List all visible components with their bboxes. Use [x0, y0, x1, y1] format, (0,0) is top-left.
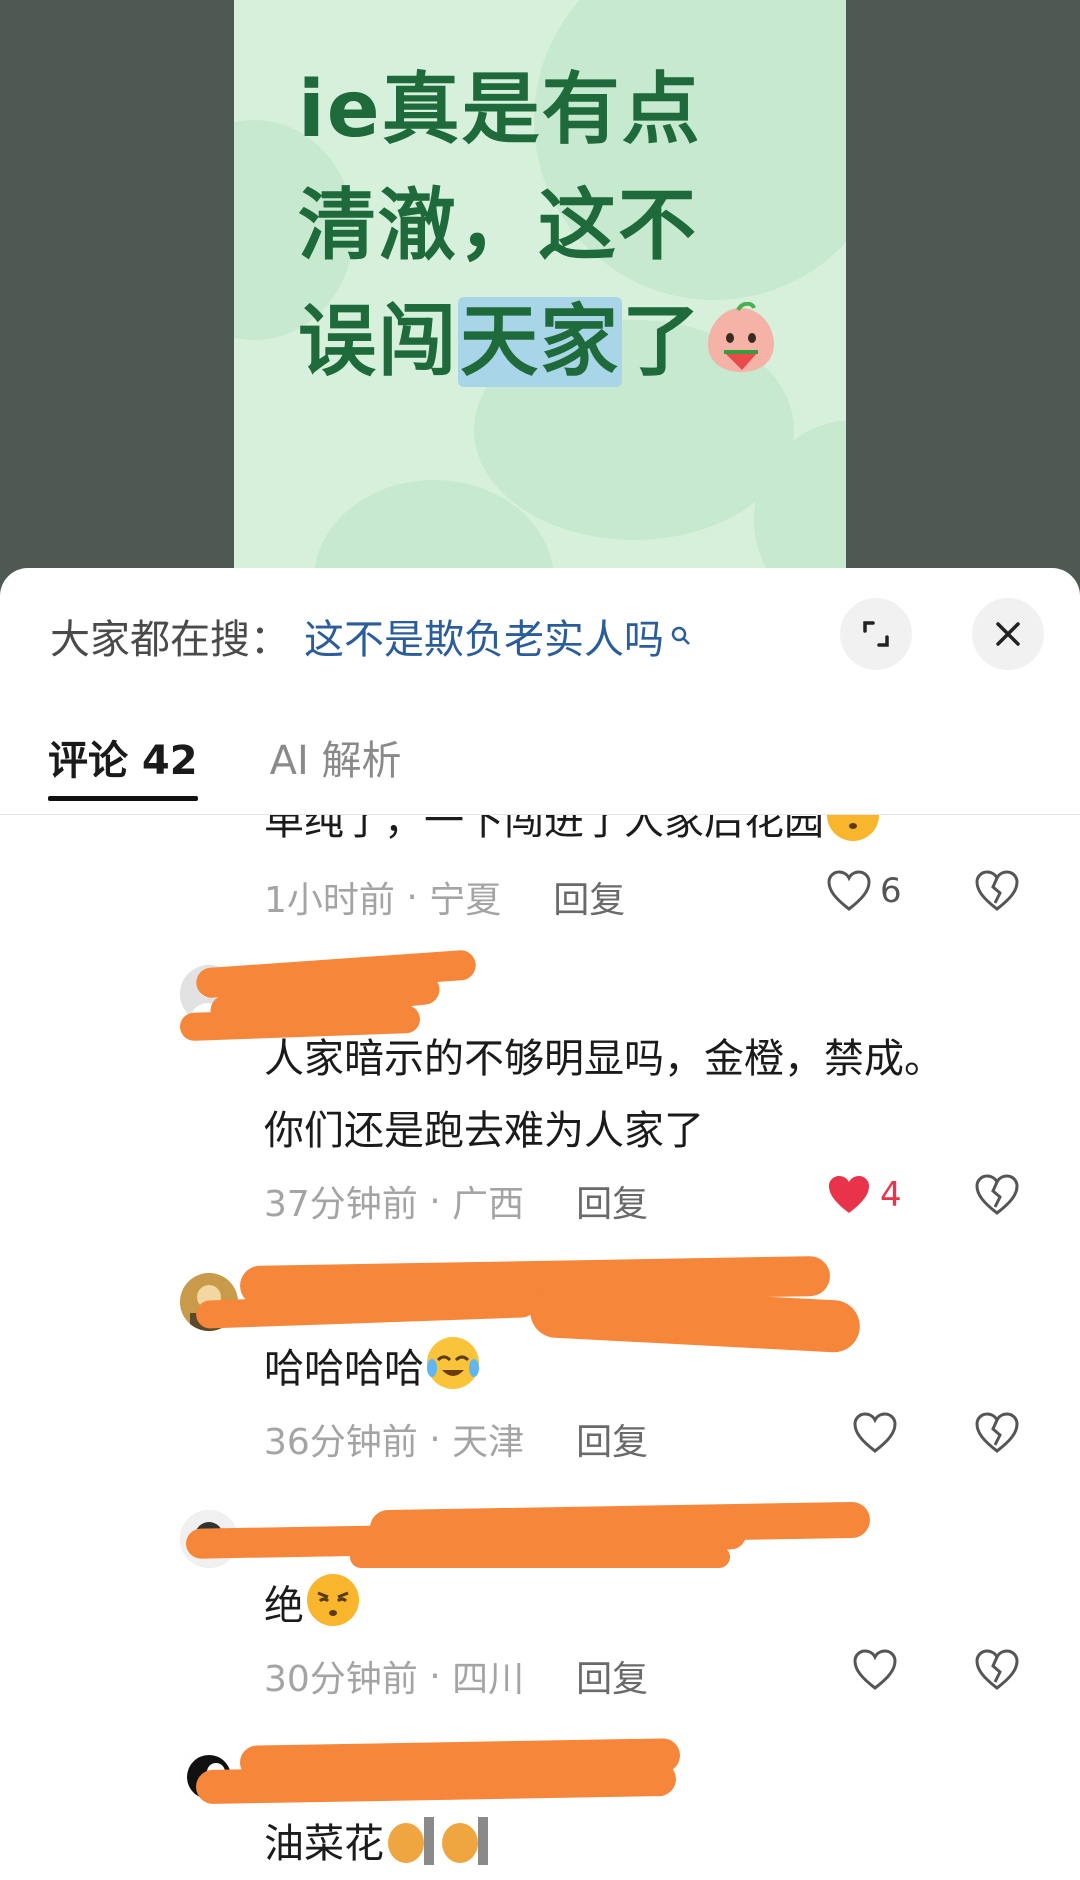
heart-outline-icon	[827, 870, 871, 911]
tab-comments[interactable]: 评论 42	[48, 728, 198, 801]
comment-location: 四川	[452, 1659, 525, 1700]
close-icon	[996, 622, 1020, 646]
redaction-scribble	[350, 1546, 730, 1568]
reply-button[interactable]: 回复	[576, 1650, 648, 1702]
video-background: ie真是有点 清澈，这不 误闯天家了	[0, 0, 1080, 580]
headline-highlight: 天家	[458, 297, 623, 387]
comment-time: 1小时前	[264, 880, 395, 921]
dislike-button[interactable]	[974, 1173, 1020, 1221]
comment-location: 天津	[452, 1422, 525, 1463]
comment-time: 36分钟前	[264, 1422, 418, 1463]
comment-text-line: 你们还是跑去难为人家了	[264, 1108, 704, 1154]
comment-meta: 30分钟前 · 四川 回复	[264, 1650, 648, 1702]
like-count: 6	[880, 871, 902, 911]
comment-time: 30分钟前	[264, 1659, 418, 1700]
comment-location: 广西	[452, 1184, 525, 1225]
headline-line-1: ie真是有点	[298, 65, 702, 155]
headline-line-3-suffix: 了	[622, 297, 703, 387]
dislike-button[interactable]	[974, 1648, 1020, 1696]
comment-text: 人家暗示的不够明显吗，金橙，禁成。 你们还是跑去难为人家了	[264, 1023, 1044, 1167]
headline-line-3-prefix: 误闯	[298, 297, 459, 387]
crying-laughing-emoji-icon	[424, 1334, 482, 1392]
comment-text: 绝	[264, 1570, 1044, 1642]
cat-pillar-sticker-icon	[384, 1809, 494, 1867]
meta-separator: ·	[394, 876, 430, 918]
like-count: 4	[880, 1175, 902, 1215]
comment-text-line: 人家暗示的不够明显吗，金橙，禁成。	[264, 1036, 944, 1082]
comment-meta: 1小时前 · 宁夏 回复	[264, 871, 625, 923]
meta-separator: ·	[417, 1418, 453, 1460]
post-image[interactable]: ie真是有点 清澈，这不 误闯天家了	[234, 0, 846, 580]
like-button[interactable]: 4	[826, 1173, 902, 1217]
broken-heart-icon	[975, 870, 1019, 911]
like-button[interactable]	[852, 1648, 898, 1692]
trending-search-label: 大家都在搜：	[50, 617, 290, 663]
headline-line-2: 清澈，这不	[298, 181, 699, 271]
close-button[interactable]	[972, 598, 1044, 670]
like-button[interactable]	[852, 1411, 898, 1455]
broken-heart-icon	[975, 1649, 1019, 1690]
heart-outline-icon	[853, 1412, 897, 1453]
headline-line-3: 误闯天家了	[298, 284, 818, 400]
heart-outline-icon	[853, 1649, 897, 1690]
meta-separator: ·	[417, 1655, 453, 1697]
comment-text-content: 哈哈哈哈	[264, 1346, 424, 1392]
comment-location: 宁夏	[429, 880, 502, 921]
trending-search-term[interactable]: 这不是欺负老实人吗	[304, 607, 664, 665]
comment-meta: 36分钟前 · 天津 回复	[264, 1413, 648, 1465]
comment-text: 哈哈哈哈	[264, 1333, 1044, 1405]
redaction-scribble	[195, 1761, 677, 1805]
comment-sheet: 大家都在搜： 这不是欺负老实人吗 评论 42 AI 解析 单纯了，一下闯进了人家…	[0, 568, 1080, 1880]
comment-text: 油菜花	[264, 1808, 1044, 1880]
trending-search[interactable]: 大家都在搜： 这不是欺负老实人吗	[50, 606, 692, 666]
comment-time: 37分钟前	[264, 1184, 418, 1225]
comment-text-content: 绝	[264, 1583, 304, 1629]
post-headline: ie真是有点 清澈，这不 误闯天家了	[298, 52, 818, 400]
meta-separator: ·	[417, 1180, 453, 1222]
heart-filled-icon	[829, 1176, 869, 1213]
dislike-button[interactable]	[974, 1411, 1020, 1459]
broken-heart-icon	[975, 1174, 1019, 1215]
comment-list[interactable]: 单纯了，一下闯进了人家后花园 1小时前 · 宁夏 回复 6 人家暗示的不够明显吗…	[0, 815, 1080, 1880]
comment-text-content: 油菜花	[264, 1821, 384, 1867]
comment-text-content: 单纯了，一下闯进了人家后花园	[264, 815, 824, 844]
expand-button[interactable]	[840, 598, 912, 670]
broken-heart-icon	[975, 1412, 1019, 1453]
like-button[interactable]: 6	[826, 869, 902, 913]
search-icon	[671, 626, 690, 645]
smug-emoji-icon	[304, 1571, 362, 1629]
tab-ai-analysis[interactable]: AI 解析	[270, 728, 402, 786]
dislike-button[interactable]	[974, 869, 1020, 917]
reply-button[interactable]: 回复	[576, 1413, 648, 1465]
reply-button[interactable]: 回复	[576, 1175, 648, 1227]
comment-meta: 37分钟前 · 广西 回复	[264, 1175, 648, 1227]
reply-button[interactable]: 回复	[553, 871, 625, 923]
comment-tabs: 评论 42 AI 解析	[48, 728, 473, 808]
comment-text: 单纯了，一下闯进了人家后花园	[264, 815, 1044, 857]
expand-icon	[863, 621, 889, 647]
peach-watermelon-sticker-icon	[702, 290, 780, 372]
smirk-emoji-icon	[824, 815, 882, 844]
